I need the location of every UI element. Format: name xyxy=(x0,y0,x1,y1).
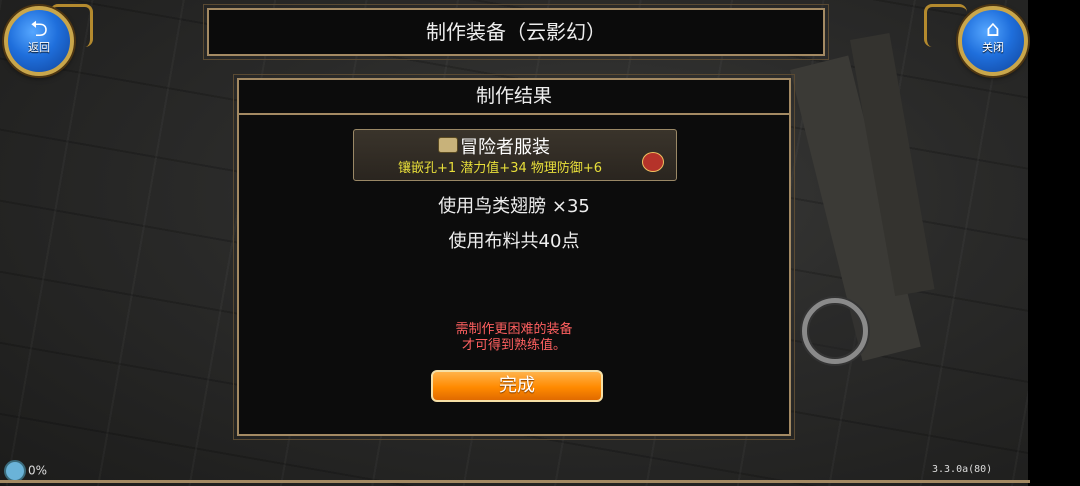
gem-icon xyxy=(642,152,664,172)
crafting-result-panel: 制作结果 冒险者服装 镶嵌孔+1 潜力值+34 物理防御+6 使用鸟类翅膀 ×3… xyxy=(233,74,795,440)
back-arrow-icon: ⮌ xyxy=(30,17,48,42)
item-stats: 镶嵌孔+1 潜力值+34 物理防御+6 xyxy=(398,161,603,176)
item-slot[interactable]: 冒险者服装 镶嵌孔+1 潜力值+34 物理防御+6 xyxy=(353,129,677,181)
item-name: 冒险者服装 xyxy=(460,137,550,158)
bottom-border xyxy=(0,480,1030,483)
joystick[interactable] xyxy=(802,298,868,364)
done-button[interactable]: 完成 xyxy=(431,370,603,402)
back-button[interactable]: ⮌ 返回 xyxy=(4,6,74,76)
used-cloth-text: 使用布料共40点 xyxy=(448,231,580,252)
loading-icon xyxy=(4,460,26,482)
version-label: 3.3.0a(80) xyxy=(932,464,993,475)
warning-line-2: 才可得到熟练值。 xyxy=(461,338,566,353)
warning-line-1: 需制作更困难的装备 xyxy=(455,322,573,337)
status-indicator: 0% xyxy=(4,460,47,482)
window-title: 制作装备（云影幻） xyxy=(203,4,829,60)
close-button[interactable]: ⌂ 关闭 xyxy=(958,6,1028,76)
panel-header: 制作结果 xyxy=(239,80,789,115)
home-icon: ⌂ xyxy=(986,17,1000,42)
used-material-text: 使用鸟类翅膀 ×35 xyxy=(438,196,590,217)
screen-edge xyxy=(1028,0,1080,486)
